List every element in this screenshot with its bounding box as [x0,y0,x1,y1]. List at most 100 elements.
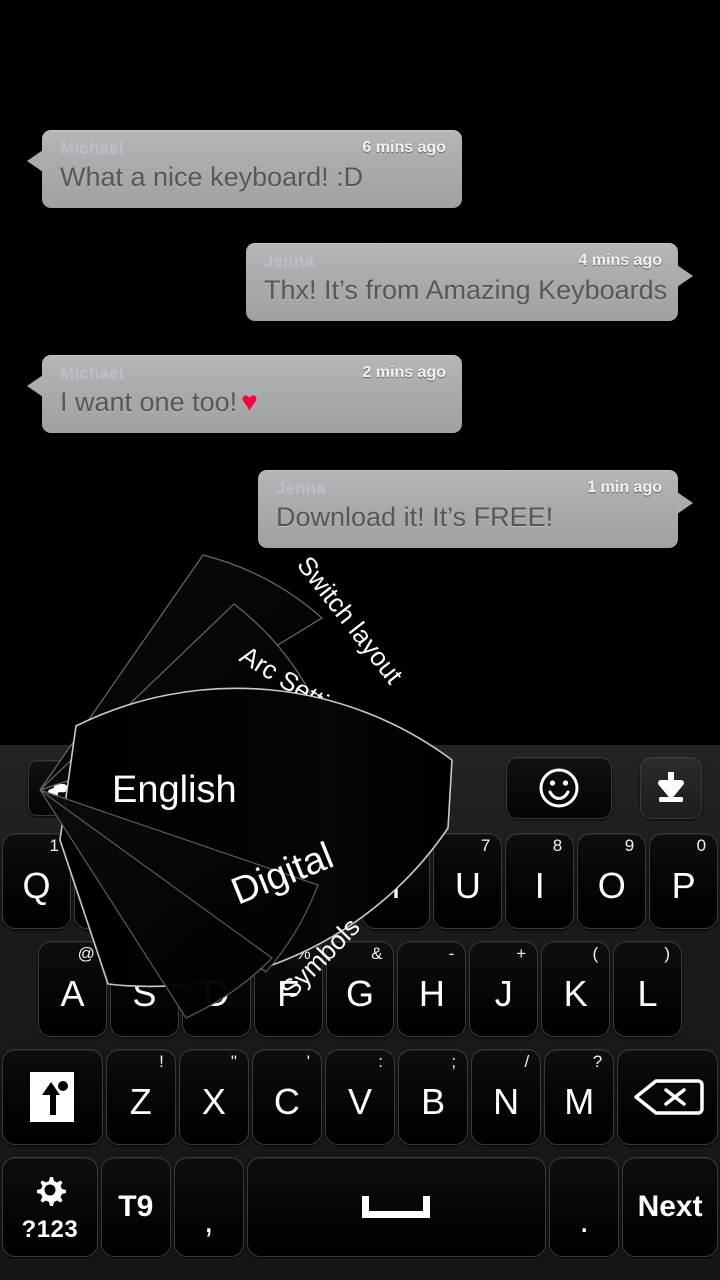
key-sub-label: 5 [337,836,347,855]
message-text: What a nice keyboard! :D [60,162,364,192]
key-j[interactable]: + J [469,941,539,1037]
key-label: Z [129,1081,152,1122]
key-u[interactable]: 7U [433,833,503,929]
download-button[interactable] [640,757,702,819]
key-sub-label: 9 [624,836,635,855]
key-label: B [421,1081,446,1122]
key-v[interactable]: :V [324,1049,396,1145]
keyboard-row-1: 1Q 2W 3E 4R 5T 6Y 7U 8I 9O 0P [0,833,720,929]
key-label: , [203,1201,214,1240]
comma-key[interactable]: , [173,1157,244,1257]
chat-area: Michael 6 mins ago What a nice keyboard!… [0,0,720,745]
period-key[interactable]: . [549,1157,620,1257]
t9-key[interactable]: T9 [100,1157,171,1257]
key-label: X [201,1081,226,1122]
key-p[interactable]: 0P [649,833,719,929]
key-label: M [564,1081,595,1122]
key-label: T [313,865,336,906]
key-c[interactable]: ' C [251,1049,322,1145]
key-label: V [347,1081,372,1122]
chat-message-bubble[interactable]: Jenna 4 mins ago Thx! It’s from Amazing … [246,243,693,321]
key-z[interactable]: ! Z [105,1049,176,1145]
key-e[interactable]: 3E [145,833,215,929]
key-sub-label: 7 [480,836,491,855]
keyboard-toolbar [0,753,720,823]
key-k[interactable]: (K [541,941,611,1037]
key-sub-label: 4 [265,836,275,855]
key-a[interactable]: @ A [38,941,107,1037]
key-o[interactable]: 9O [577,833,647,929]
key-sub-label: + [516,944,527,963]
chat-message-bubble[interactable]: Jenna 1 min ago Download it! It’s FREE! [258,470,693,548]
key-sub-label: % [295,944,311,963]
chat-message-bubble[interactable]: Michael 2 mins ago I want one too! ♥ [27,355,462,433]
key-m[interactable]: ? M [544,1049,615,1145]
next-key[interactable]: Next [622,1157,718,1257]
keyboard-row-4: ?123 T9 , . Next [0,1157,720,1257]
key-t[interactable]: 5T [289,833,359,929]
key-sub-label: 2 [121,836,131,855]
symbols-mode-label: ?123 [21,1215,79,1243]
key-h[interactable]: -H [397,941,467,1037]
symbols-mode-key[interactable]: ?123 [2,1157,98,1257]
key-label: H [418,973,445,1014]
key-l[interactable]: ) L [613,941,683,1037]
key-label: P [671,865,696,906]
key-sub-label: ) [664,944,671,963]
key-label: T9 [118,1190,154,1223]
key-x[interactable]: " X [178,1049,249,1145]
message-text: I want one too! ♥ [60,386,258,417]
key-w[interactable]: 2W [73,833,143,929]
key-i[interactable]: 8I [505,833,575,929]
key-sub-label: 8 [552,836,563,855]
key-label: E [168,865,193,906]
key-d[interactable]: $ D [181,941,251,1037]
key-label: Next [637,1190,703,1223]
key-sub-label: ! [159,1052,164,1071]
message-text: Download it! It’s FREE! [276,502,554,532]
emoji-button[interactable] [506,757,612,819]
spacebar-icon [362,1196,431,1218]
message-timestamp: 6 mins ago [362,139,446,156]
key-label: Y [383,865,408,906]
theme-button[interactable] [28,760,84,816]
key-label: R [239,865,266,906]
key-r[interactable]: 4R [217,833,287,929]
key-sub-label: " [230,1052,237,1071]
key-sub-label: : [378,1052,384,1071]
key-label: A [60,973,85,1014]
key-sub-label: - [448,944,455,963]
key-g[interactable]: & G [325,941,395,1037]
key-label: O [597,865,626,906]
key-label: N [493,1081,520,1122]
message-timestamp: 1 min ago [587,479,662,496]
theme-icon [47,774,68,801]
key-label: G [346,973,375,1014]
space-key[interactable] [246,1157,547,1257]
key-label: U [454,865,481,906]
heart-icon: ♥ [241,386,258,417]
key-y[interactable]: 6Y [361,833,431,929]
key-label: L [637,973,658,1014]
key-q[interactable]: 1Q [2,833,71,929]
key-label: S [132,973,157,1014]
key-sub-label: 1 [49,836,59,855]
key-sub-label: 3 [193,836,203,855]
key-sub-label: ' [306,1052,310,1071]
key-f[interactable]: % F [253,941,323,1037]
message-timestamp: 4 mins ago [578,252,662,269]
download-icon [658,772,684,802]
key-sub-label: / [524,1052,530,1071]
backspace-key[interactable] [617,1049,718,1145]
backspace-icon [633,1079,704,1115]
key-sub-label: 0 [696,836,707,855]
key-s[interactable]: # S [109,941,179,1037]
key-n[interactable]: / N [471,1049,542,1145]
key-b[interactable]: ; B [398,1049,469,1145]
key-label: F [277,973,300,1014]
shift-key[interactable] [2,1049,103,1145]
chat-message-bubble[interactable]: Michael 6 mins ago What a nice keyboard!… [27,130,462,208]
key-sub-label: ; [451,1052,457,1071]
key-sub-label: ( [592,944,599,963]
key-label: . [579,1201,589,1240]
